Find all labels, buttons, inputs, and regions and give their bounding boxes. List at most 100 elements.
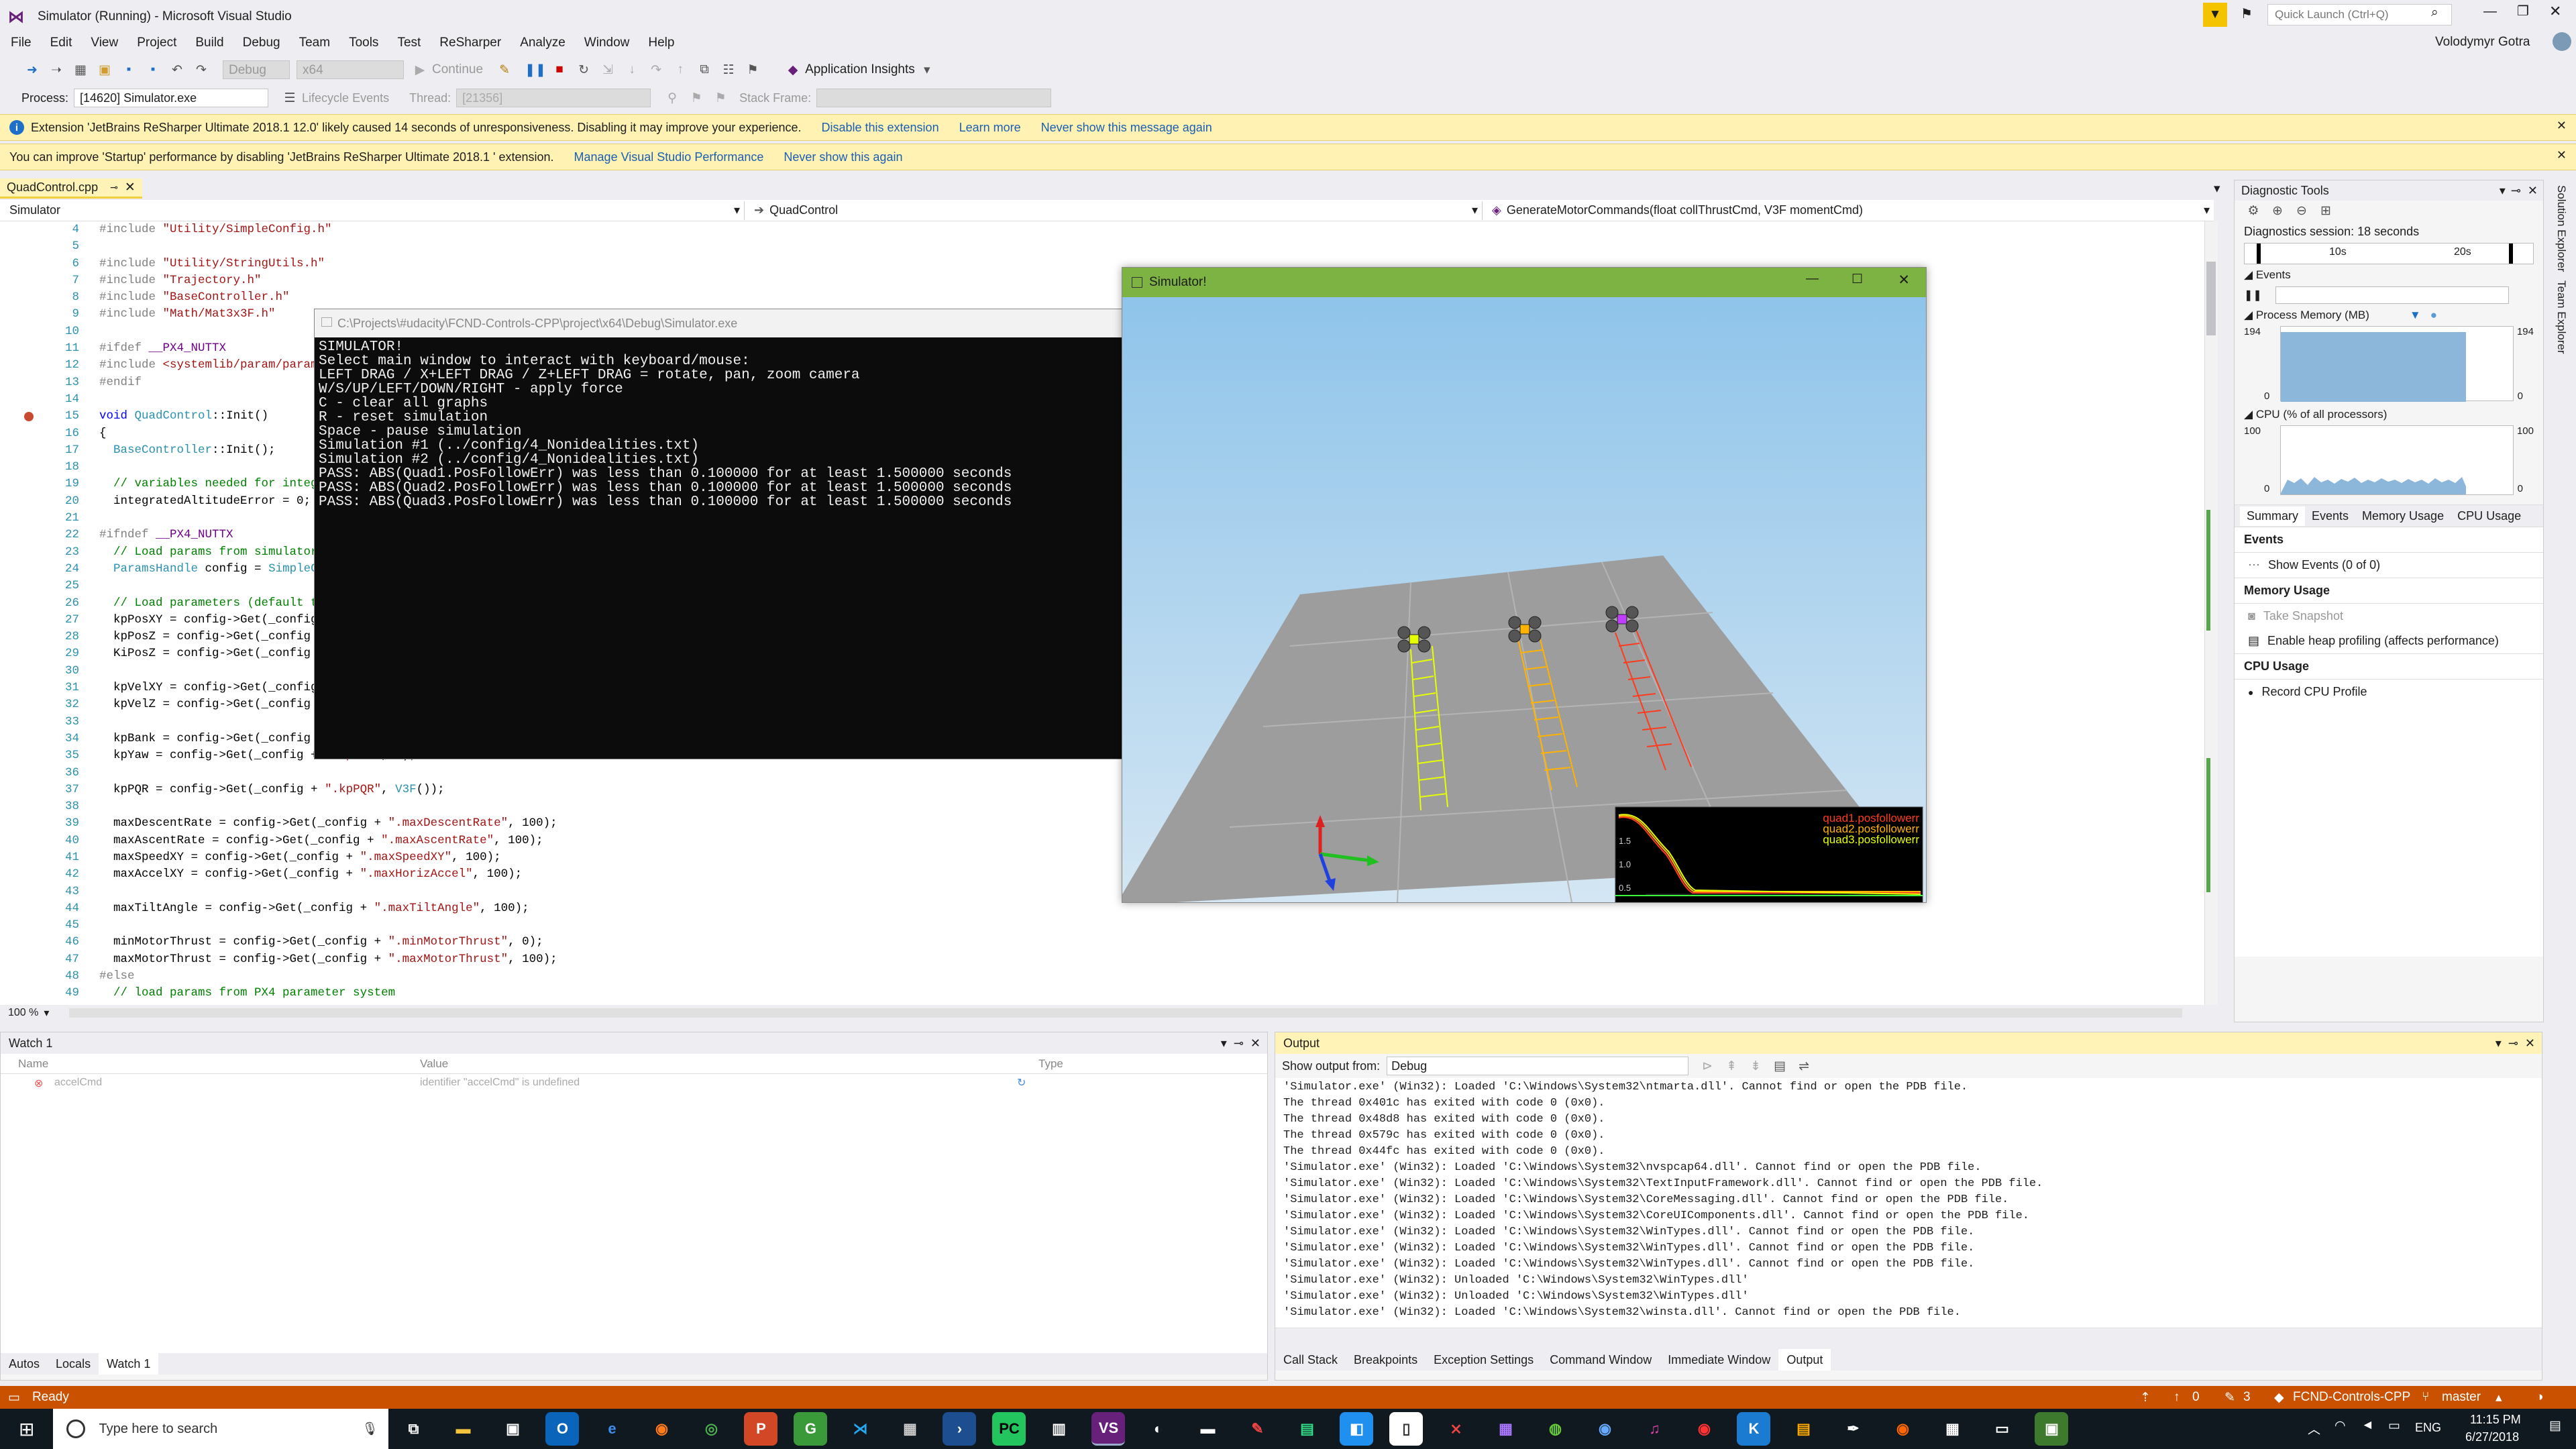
- save-icon[interactable]: ▪: [121, 62, 137, 78]
- app-purple-icon[interactable]: ▦: [1489, 1412, 1522, 1446]
- col-type[interactable]: Type: [1038, 1057, 1063, 1071]
- never-show-again-link[interactable]: Never show this again: [784, 150, 902, 164]
- project-nav-select[interactable]: Simulator ▾: [0, 201, 745, 220]
- simulator-title-bar[interactable]: Simulator! — ☐ ✕: [1122, 268, 1926, 297]
- panel-close-icon[interactable]: ✕: [2525, 1036, 2535, 1051]
- col-name[interactable]: Name: [1, 1057, 420, 1071]
- pin-icon[interactable]: ⊸: [2511, 184, 2521, 198]
- panel-close-icon[interactable]: ✕: [1250, 1036, 1260, 1051]
- back-icon[interactable]: ➜: [24, 62, 40, 78]
- menu-project[interactable]: Project: [127, 36, 186, 50]
- output-line[interactable]: 'Simulator.exe' (Win32): Loaded 'C:\Wind…: [1275, 1079, 2542, 1095]
- scroll-thumb[interactable]: [2206, 262, 2216, 335]
- collapse-icon[interactable]: ◢: [2244, 408, 2253, 421]
- output-line[interactable]: The thread 0x579c has exited with code 0…: [1275, 1128, 2542, 1144]
- close-perf-infobar-icon[interactable]: ✕: [2557, 148, 2567, 162]
- pause-icon[interactable]: ❚❚: [525, 62, 546, 78]
- app-window-icon[interactable]: ▭: [1985, 1412, 2019, 1446]
- notes-icon[interactable]: ▯: [1389, 1412, 1424, 1446]
- clipboard-icon[interactable]: ▥: [1042, 1412, 1075, 1446]
- task-view-icon[interactable]: ⧉: [396, 1412, 430, 1446]
- record-cpu-item[interactable]: ● Record CPU Profile: [2235, 680, 2543, 704]
- config-select[interactable]: Debug: [223, 60, 290, 79]
- arrow-up-icon[interactable]: ↑: [2174, 1390, 2180, 1405]
- close-button[interactable]: ✕: [2549, 3, 2561, 20]
- menu-test[interactable]: Test: [388, 36, 430, 50]
- notifications-icon[interactable]: ⚑: [2241, 5, 2253, 22]
- stop-icon[interactable]: ■: [551, 62, 568, 78]
- app-insights-button[interactable]: Application Insights: [805, 62, 915, 77]
- output-line[interactable]: 'Simulator.exe' (Win32): Loaded 'C:\Wind…: [1275, 1305, 2542, 1321]
- menu-help[interactable]: Help: [639, 36, 684, 50]
- output-line[interactable]: 'Simulator.exe' (Win32): Loaded 'C:\Wind…: [1275, 1160, 2542, 1176]
- zoom-select[interactable]: 100 %: [8, 1007, 38, 1019]
- menu-view[interactable]: View: [81, 36, 127, 50]
- take-snapshot-item[interactable]: ◙ Take Snapshot: [2235, 604, 2543, 629]
- chevron-down-icon[interactable]: ▾: [1472, 203, 1478, 217]
- team-explorer-tab[interactable]: Team Explorer: [2555, 280, 2568, 354]
- user-name[interactable]: Volodymyr Gotra: [2435, 35, 2530, 50]
- simulator-window[interactable]: Simulator! — ☐ ✕ 1.5 1.0 0.5 quad1.posfo…: [1122, 267, 1927, 903]
- menu-debug[interactable]: Debug: [233, 36, 290, 50]
- show-next-icon[interactable]: ⇲: [600, 62, 616, 78]
- menu-analyze[interactable]: Analyze: [511, 36, 575, 50]
- chevron-up-icon[interactable]: ▴: [2496, 1390, 2502, 1405]
- learn-more-link[interactable]: Learn more: [959, 121, 1021, 135]
- manage-performance-link[interactable]: Manage Visual Studio Performance: [574, 150, 764, 164]
- tab-memory-usage[interactable]: Memory Usage: [2355, 506, 2451, 526]
- chevron-down-icon[interactable]: ▾: [734, 203, 740, 217]
- attach-icon[interactable]: ✎: [496, 62, 513, 78]
- panel-dropdown-icon[interactable]: ▾: [2500, 184, 2506, 198]
- tab-close-icon[interactable]: ✕: [125, 180, 136, 195]
- collapse-icon[interactable]: ◢: [2244, 309, 2253, 321]
- network-icon[interactable]: ▦: [893, 1412, 926, 1446]
- lifecycle-icon[interactable]: ☰: [282, 90, 298, 106]
- app-pen-icon[interactable]: ✒: [1836, 1412, 1870, 1446]
- console-window[interactable]: C:\Projects\#udacity\FCND-Controls-CPP\p…: [314, 309, 1122, 759]
- refresh-icon[interactable]: ↻: [1017, 1076, 1026, 1089]
- code-line[interactable]: #include "Utility/SimpleConfig.h": [99, 221, 2212, 238]
- volume-icon[interactable]: ◄: [2361, 1418, 2374, 1433]
- step-into-icon[interactable]: ↓: [624, 62, 640, 78]
- output-text[interactable]: 'Simulator.exe' (Win32): Loaded 'C:\Wind…: [1275, 1078, 2542, 1328]
- tab-cpu-usage[interactable]: CPU Usage: [2451, 506, 2528, 526]
- branch-icon[interactable]: ⑂: [2422, 1390, 2429, 1405]
- wifi-icon[interactable]: ◠: [2334, 1418, 2346, 1434]
- tab-immediate-window[interactable]: Immediate Window: [1660, 1349, 1778, 1371]
- firefox-icon[interactable]: ◉: [645, 1412, 678, 1446]
- chrome-icon[interactable]: ◎: [694, 1412, 728, 1446]
- filter-thread-icon[interactable]: ⚲: [664, 90, 680, 106]
- flag-thread-icon[interactable]: ⚑: [688, 90, 704, 106]
- thread-select[interactable]: [21356]: [456, 89, 651, 107]
- output-source-select[interactable]: Debug: [1387, 1057, 1689, 1075]
- tool-icon[interactable]: ✎: [1240, 1412, 1274, 1446]
- tab-command-window[interactable]: Command Window: [1542, 1349, 1660, 1371]
- watch-name[interactable]: accelCmd: [54, 1077, 102, 1088]
- tab-events[interactable]: Events: [2305, 506, 2355, 526]
- filter-icon[interactable]: ▼: [2203, 3, 2227, 27]
- tab-output[interactable]: Output: [1778, 1349, 1831, 1371]
- sim-close-button[interactable]: ✕: [1898, 272, 1910, 288]
- app-music-icon[interactable]: ♫: [1638, 1412, 1671, 1446]
- settings-icon[interactable]: ⚙: [2245, 203, 2261, 219]
- clear-all-icon[interactable]: ▤: [1772, 1058, 1788, 1074]
- zoom-out-icon[interactable]: ⊖: [2294, 203, 2310, 219]
- editor-vertical-scrollbar[interactable]: [2204, 221, 2218, 1005]
- record-cpu-link[interactable]: Record CPU Profile: [2261, 685, 2367, 699]
- powershell-icon[interactable]: ›: [943, 1412, 977, 1446]
- taskbar-search[interactable]: Type here to search 🎙: [53, 1409, 389, 1449]
- app-firefox-dev-icon[interactable]: ◉: [1886, 1412, 1919, 1446]
- platform-select[interactable]: x64: [297, 60, 404, 79]
- chevron-down-icon[interactable]: ▾: [2204, 203, 2210, 217]
- app-disc-icon[interactable]: ◉: [1588, 1412, 1621, 1446]
- output-line[interactable]: 'Simulator.exe' (Win32): Loaded 'C:\Wind…: [1275, 1208, 2542, 1224]
- greenshot-icon[interactable]: G: [794, 1412, 828, 1446]
- threads-icon[interactable]: ☷: [720, 62, 737, 78]
- panel-dropdown-icon[interactable]: ▾: [2496, 1036, 2502, 1051]
- app-insights-icon[interactable]: ◆: [785, 62, 801, 78]
- edge-icon[interactable]: e: [595, 1412, 629, 1446]
- maximize-button[interactable]: ❐: [2517, 3, 2529, 19]
- close-infobar-icon[interactable]: ✕: [2557, 119, 2567, 133]
- chevron-down-icon[interactable]: ▾: [44, 1006, 49, 1020]
- tab-summary[interactable]: Summary: [2240, 506, 2306, 526]
